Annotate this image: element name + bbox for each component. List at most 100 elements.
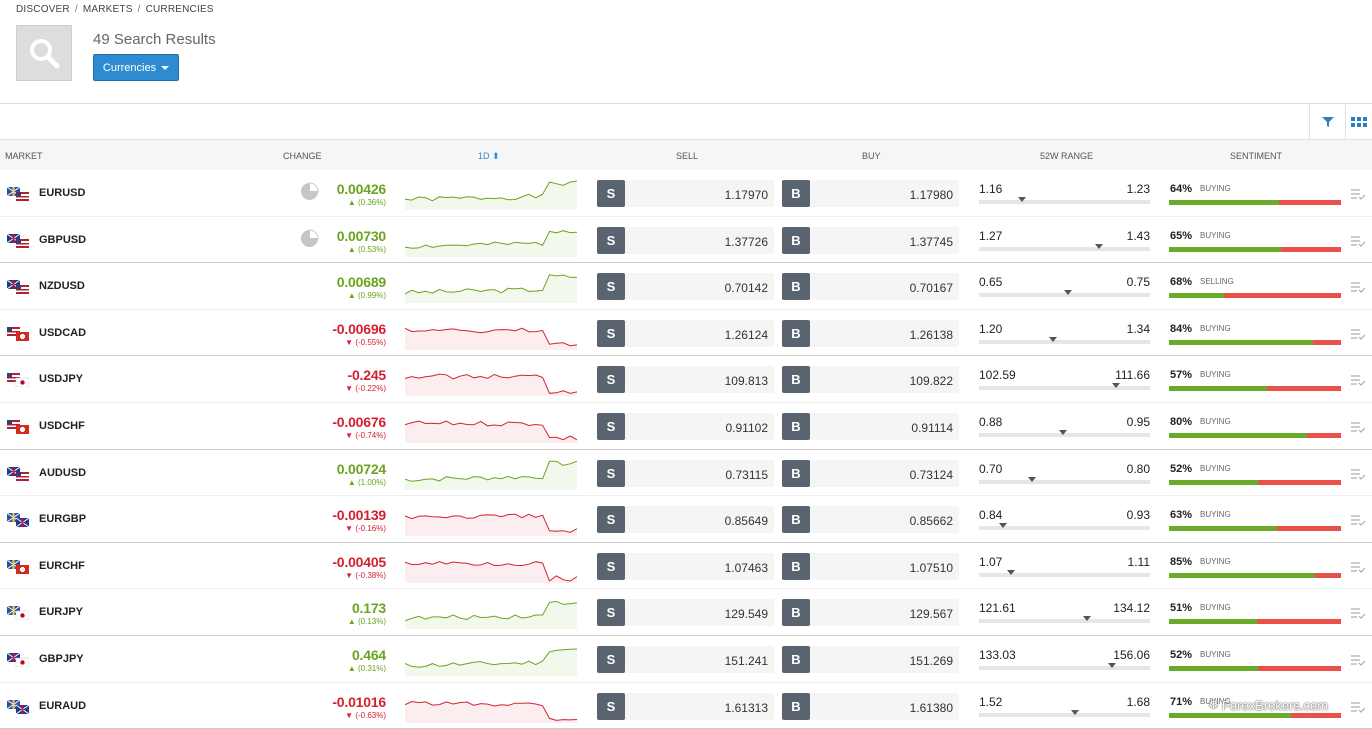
- table-row[interactable]: AUDUSD 0.00724 ▲ (1.00%) S 0.73115 B 0.7…: [0, 450, 1372, 497]
- sell-button[interactable]: S 151.241: [597, 645, 774, 673]
- sell-button[interactable]: S 0.85649: [597, 506, 774, 534]
- table-row[interactable]: EURGBP -0.00139 ▼ (-0.16%) S 0.85649 B 0…: [0, 496, 1372, 543]
- sentiment-label: BUYING: [1200, 416, 1231, 426]
- buy-button[interactable]: B 0.70167: [782, 273, 959, 301]
- market-symbol[interactable]: EURUSD: [39, 187, 85, 199]
- header-sell[interactable]: SELL: [676, 151, 698, 161]
- sentiment-percent: 65%: [1170, 229, 1193, 242]
- table-row[interactable]: USDCHF -0.00676 ▼ (-0.74%) S 0.91102 B 0…: [0, 403, 1372, 450]
- add-to-watchlist-icon[interactable]: [1350, 560, 1366, 574]
- buy-button[interactable]: B 129.567: [782, 599, 959, 627]
- sell-button[interactable]: S 0.70142: [597, 273, 774, 301]
- table-row[interactable]: NZDUSD 0.00689 ▲ (0.99%) S 0.70142 B 0.7…: [0, 263, 1372, 310]
- buy-button[interactable]: B 0.73124: [782, 459, 959, 487]
- add-to-watchlist-icon[interactable]: [1350, 513, 1366, 527]
- buy-button[interactable]: B 1.61380: [782, 692, 959, 720]
- pie-chart-icon[interactable]: [300, 229, 319, 248]
- range-low: 1.20: [979, 321, 1003, 336]
- range-marker: [1063, 290, 1072, 296]
- sentiment-percent: 80%: [1170, 415, 1193, 428]
- market-symbol[interactable]: NZDUSD: [39, 280, 85, 292]
- sentiment-label: BUYING: [1200, 323, 1231, 333]
- filter-icon: [1321, 117, 1334, 127]
- header-period[interactable]: 1D ⬍: [478, 151, 500, 162]
- add-to-watchlist-icon[interactable]: [1350, 467, 1366, 481]
- currencies-dropdown-button[interactable]: Currencies: [93, 54, 179, 81]
- change-percent: ▼ (-0.55%): [345, 337, 386, 347]
- change-value: 0.00689: [336, 274, 386, 291]
- sell-label: S: [597, 645, 625, 673]
- market-symbol[interactable]: EURJPY: [39, 606, 83, 618]
- sell-button[interactable]: S 0.91102: [597, 412, 774, 440]
- range-low: 102.59: [979, 368, 1016, 383]
- sentiment-percent: 85%: [1170, 555, 1193, 568]
- sell-button[interactable]: S 129.549: [597, 599, 774, 627]
- sentiment-bar-fill: [1169, 479, 1259, 485]
- flag-icon: [7, 559, 29, 574]
- market-symbol[interactable]: AUDUSD: [39, 467, 86, 479]
- sell-button[interactable]: S 1.07463: [597, 552, 774, 580]
- add-to-watchlist-icon[interactable]: [1350, 373, 1366, 387]
- sell-button[interactable]: S 109.813: [597, 366, 774, 394]
- add-to-watchlist-icon[interactable]: [1350, 234, 1366, 248]
- pie-chart-icon[interactable]: [300, 182, 319, 201]
- market-symbol[interactable]: EURAUD: [39, 700, 86, 712]
- sentiment-bar: [1169, 432, 1341, 438]
- sell-button[interactable]: S 1.37726: [597, 226, 774, 254]
- header-sentiment[interactable]: SENTIMENT: [1230, 151, 1282, 161]
- buy-button[interactable]: B 109.822: [782, 366, 959, 394]
- market-symbol[interactable]: USDCHF: [39, 420, 85, 432]
- add-to-watchlist-icon[interactable]: [1350, 653, 1366, 667]
- buy-button[interactable]: B 0.91114: [782, 412, 959, 440]
- table-row[interactable]: GBPJPY 0.464 ▲ (0.31%) S 151.241 B 151.2…: [0, 636, 1372, 683]
- market-symbol[interactable]: EURGBP: [39, 513, 86, 525]
- buy-button[interactable]: B 1.37745: [782, 226, 959, 254]
- market-symbol[interactable]: USDCAD: [39, 327, 86, 339]
- grid-view-button[interactable]: [1345, 104, 1372, 140]
- sell-button[interactable]: S 0.73115: [597, 459, 774, 487]
- breadcrumb-discover[interactable]: DISCOVER: [16, 4, 70, 15]
- arrow-up-icon: ▲: [347, 617, 356, 627]
- sell-button[interactable]: S 1.26124: [597, 319, 774, 347]
- table-row[interactable]: EURUSD 0.00426 ▲ (0.36%) S 1.17970 B 1.1…: [0, 170, 1372, 217]
- sentiment-percent: 52%: [1170, 462, 1193, 475]
- header-market[interactable]: MARKET: [5, 151, 43, 161]
- change-cell: 0.00689 ▲ (0.99%): [337, 274, 386, 300]
- table-row[interactable]: EURAUD -0.01016 ▼ (-0.63%) S 1.61313 B 1…: [0, 683, 1372, 729]
- market-symbol[interactable]: USDJPY: [39, 373, 83, 385]
- arrow-up-icon: ▲: [347, 291, 356, 301]
- table-row[interactable]: EURJPY 0.173 ▲ (0.13%) S 129.549 B 129.5…: [0, 589, 1372, 636]
- breadcrumb-markets[interactable]: MARKETS: [83, 4, 133, 15]
- header-52w-range[interactable]: 52W RANGE: [1040, 151, 1093, 161]
- sell-price: 0.91102: [725, 420, 769, 435]
- market-symbol[interactable]: GBPUSD: [39, 234, 86, 246]
- buy-button[interactable]: B 1.26138: [782, 319, 959, 347]
- market-symbol[interactable]: EURCHF: [39, 560, 85, 572]
- add-to-watchlist-icon[interactable]: [1350, 606, 1366, 620]
- header-buy[interactable]: BUY: [862, 151, 881, 161]
- buy-button[interactable]: B 0.85662: [782, 506, 959, 534]
- buy-button[interactable]: B 151.269: [782, 645, 959, 673]
- buy-button[interactable]: B 1.17980: [782, 180, 959, 207]
- add-to-watchlist-icon[interactable]: [1350, 327, 1366, 341]
- buy-button[interactable]: B 1.07510: [782, 552, 959, 580]
- filter-button[interactable]: [1309, 104, 1345, 140]
- table-row[interactable]: USDCAD -0.00696 ▼ (-0.55%) S 1.26124 B 1…: [0, 310, 1372, 357]
- sentiment-bar-fill: [1169, 572, 1316, 578]
- sentiment-bar-fill: [1169, 712, 1292, 718]
- add-to-watchlist-icon[interactable]: [1350, 700, 1366, 714]
- add-to-watchlist-icon[interactable]: [1350, 187, 1366, 201]
- sell-button[interactable]: S 1.17970: [597, 180, 774, 207]
- market-symbol[interactable]: GBPJPY: [39, 653, 84, 665]
- sentiment-bar-fill: [1169, 386, 1268, 392]
- table-row[interactable]: USDJPY -0.245 ▼ (-0.22%) S 109.813 B 109…: [0, 356, 1372, 403]
- table-row[interactable]: GBPUSD 0.00730 ▲ (0.53%) S 1.37726 B 1.3…: [0, 217, 1372, 264]
- add-to-watchlist-icon[interactable]: [1350, 280, 1366, 294]
- sort-icon: ⬍: [492, 151, 500, 161]
- header-change[interactable]: CHANGE: [283, 151, 322, 161]
- arrow-up-icon: ▲: [347, 477, 356, 487]
- sell-button[interactable]: S 1.61313: [597, 692, 774, 720]
- table-row[interactable]: EURCHF -0.00405 ▼ (-0.38%) S 1.07463 B 1…: [0, 543, 1372, 590]
- sell-price: 1.61313: [724, 700, 768, 715]
- add-to-watchlist-icon[interactable]: [1350, 420, 1366, 434]
